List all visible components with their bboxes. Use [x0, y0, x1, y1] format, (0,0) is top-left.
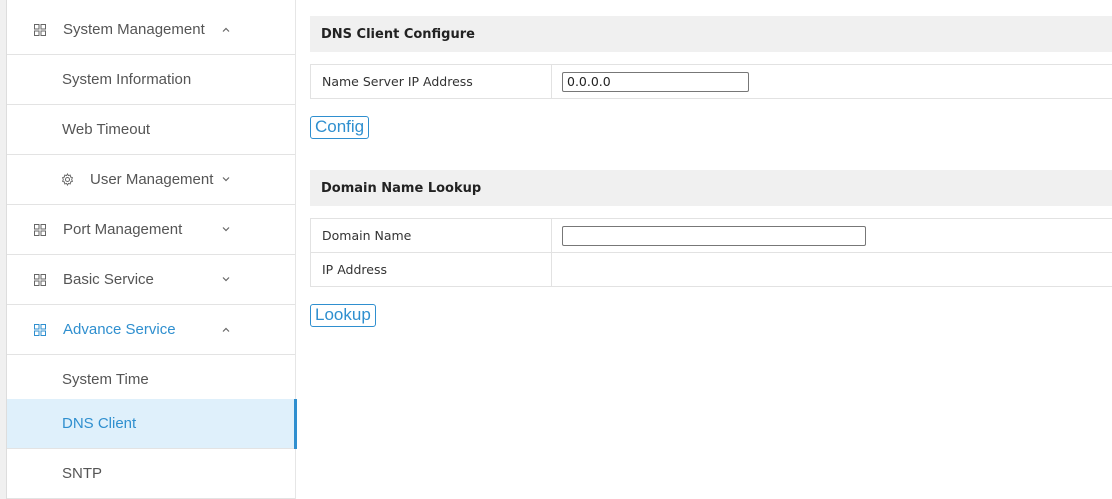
- sidebar-item-label: System Management: [63, 21, 205, 38]
- ip-address-label: IP Address: [310, 252, 552, 287]
- ip-address-value: [551, 252, 1112, 287]
- sidebar-item-label: Advance Service: [63, 321, 176, 338]
- chevron-down-icon: [220, 227, 232, 232]
- main-content: DNS Client Configure Name Server IP Addr…: [310, 16, 1112, 327]
- chevron-down-icon: [220, 277, 232, 282]
- sidebar-item-system-management[interactable]: System Management: [7, 5, 295, 55]
- sidebar-item-label: Basic Service: [63, 271, 154, 288]
- sidebar-item-label: Web Timeout: [62, 121, 151, 138]
- sidebar-item-label: Port Management: [63, 221, 183, 238]
- lookup-button-row: Lookup: [310, 304, 1112, 327]
- config-button[interactable]: Config: [310, 116, 370, 139]
- sidebar: System Management System Information Web…: [0, 0, 297, 499]
- domain-name-lookup-header: Domain Name Lookup: [310, 170, 1112, 206]
- sidebar-item-system-time[interactable]: System Time: [7, 355, 295, 405]
- domain-name-label: Domain Name: [310, 218, 552, 253]
- table-row: Name Server IP Address: [310, 64, 1112, 99]
- sidebar-item-user-management[interactable]: User Management: [7, 155, 295, 205]
- sidebar-item-basic-service[interactable]: Basic Service: [7, 255, 295, 305]
- sidebar-item-advance-service[interactable]: Advance Service: [7, 305, 295, 355]
- name-server-cell: [551, 64, 1112, 99]
- sidebar-item-label: System Time: [62, 371, 149, 388]
- dns-config-table: Name Server IP Address: [310, 64, 1112, 99]
- sidebar-item-system-information[interactable]: System Information: [7, 55, 295, 105]
- sidebar-item-label: System Information: [62, 71, 192, 88]
- chevron-up-icon: [220, 327, 232, 332]
- sidebar-item-dns-client[interactable]: DNS Client: [7, 399, 297, 449]
- sidebar-item-label: DNS Client: [62, 415, 137, 432]
- grid-icon: [33, 23, 47, 37]
- table-row: IP Address: [310, 252, 1112, 287]
- sidebar-item-label: User Management: [90, 171, 214, 188]
- name-server-ip-input[interactable]: [562, 71, 749, 92]
- table-row: Domain Name: [310, 218, 1112, 253]
- config-button-row: Config: [310, 116, 1112, 139]
- page: System Management System Information Web…: [0, 0, 1112, 499]
- name-server-label: Name Server IP Address: [310, 64, 552, 99]
- sidebar-item-sntp[interactable]: SNTP: [7, 449, 295, 499]
- sidebar-item-port-management[interactable]: Port Management: [7, 205, 295, 255]
- domain-name-input[interactable]: [562, 225, 866, 246]
- sidebar-item-web-timeout[interactable]: Web Timeout: [7, 105, 295, 155]
- lookup-button[interactable]: Lookup: [310, 304, 376, 327]
- gear-icon: [60, 173, 74, 187]
- chevron-up-icon: [220, 27, 232, 32]
- sidebar-item-label: SNTP: [62, 465, 103, 482]
- dns-client-configure-header: DNS Client Configure: [310, 16, 1112, 52]
- domain-name-cell: [551, 218, 1112, 253]
- grid-icon: [33, 273, 47, 287]
- grid-icon: [33, 223, 47, 237]
- grid-icon: [33, 323, 47, 337]
- lookup-table: Domain Name IP Address: [310, 218, 1112, 287]
- chevron-down-icon: [220, 177, 232, 182]
